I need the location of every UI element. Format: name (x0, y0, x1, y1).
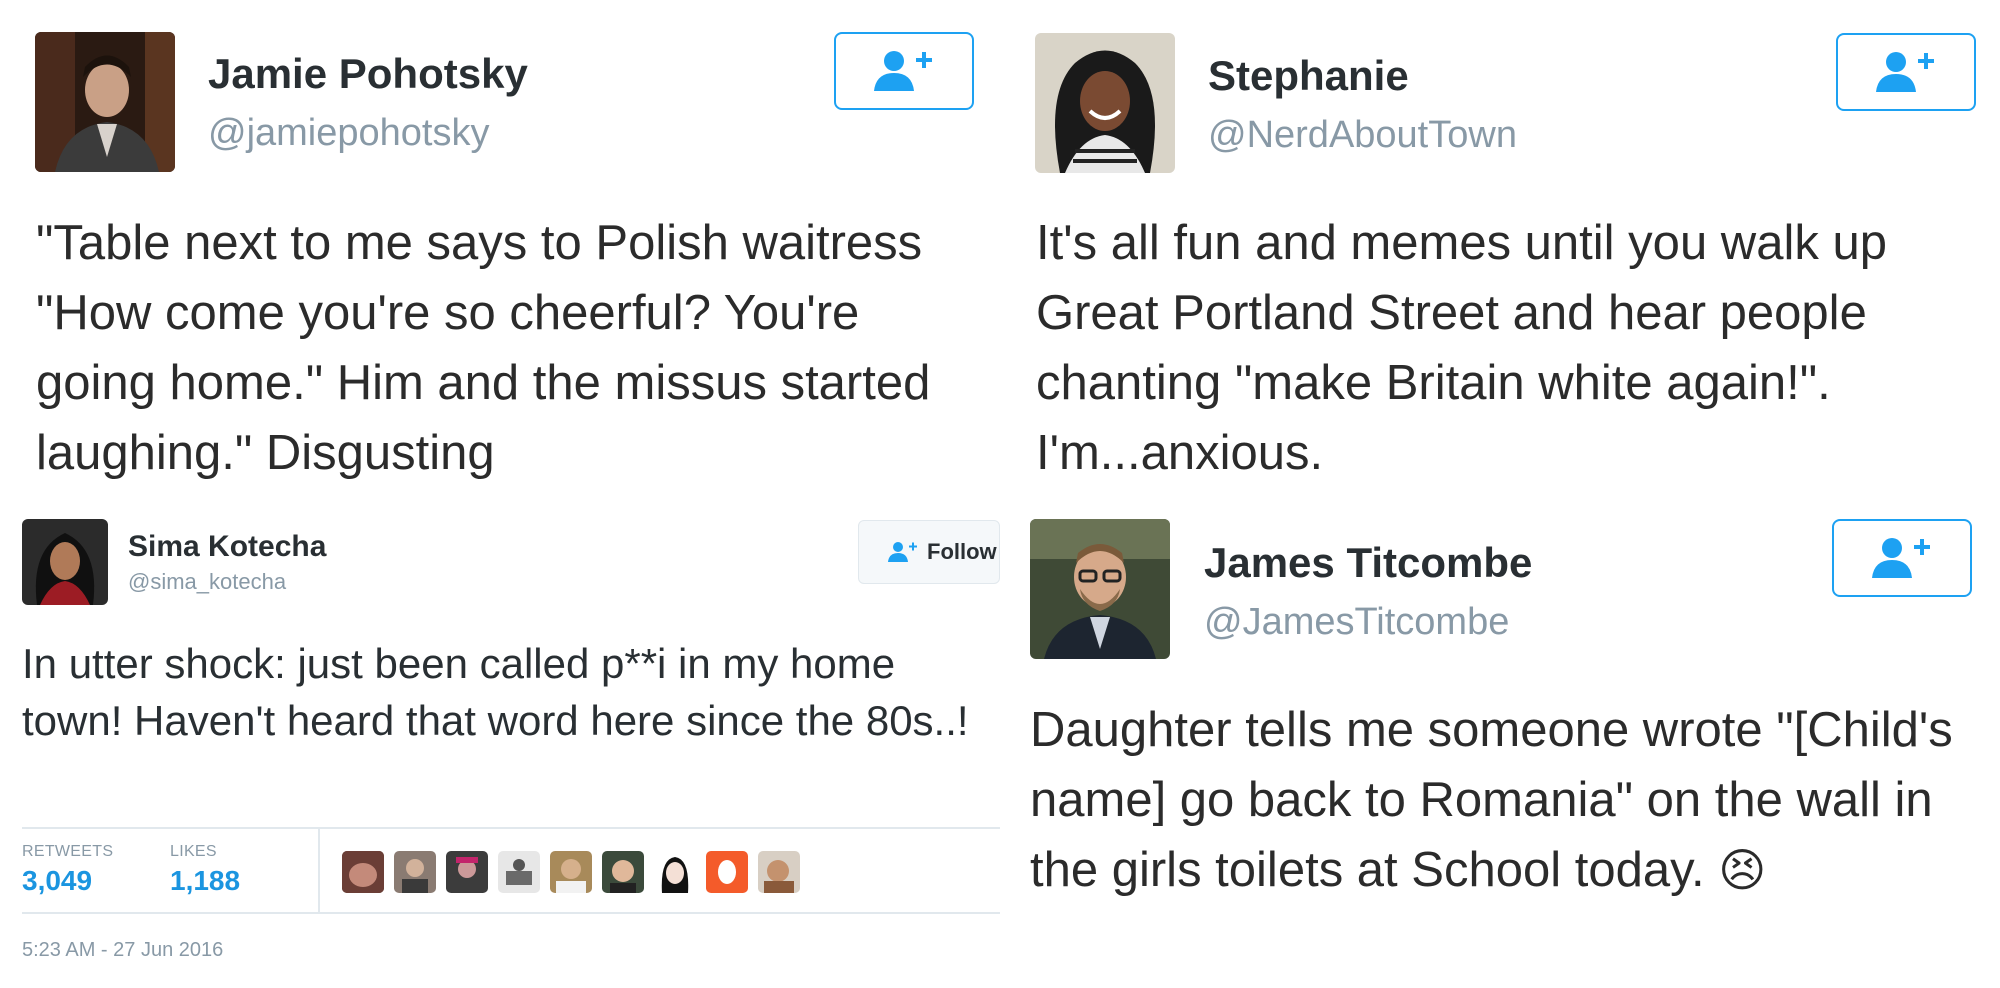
add-user-icon (874, 51, 932, 91)
liker-avatar[interactable] (654, 851, 696, 893)
user-handle[interactable]: @NerdAboutTown (1208, 114, 1517, 157)
liker-avatar[interactable] (550, 851, 592, 893)
user-avatar-icon (706, 851, 748, 893)
add-user-icon (1876, 52, 1934, 92)
stats-bottom-divider (22, 912, 1000, 914)
follow-button[interactable] (834, 32, 974, 110)
stats-vertical-divider (318, 829, 320, 913)
liker-avatar[interactable] (498, 851, 540, 893)
user-avatar-icon (394, 851, 436, 893)
user-avatar-icon (342, 851, 384, 893)
user-avatar-icon (446, 851, 488, 893)
follow-button[interactable] (1832, 519, 1972, 597)
persevering-face-emoji-icon: 😣 (1718, 844, 1767, 896)
user-handle[interactable]: @JamesTitcombe (1204, 601, 1509, 644)
user-avatar-icon (602, 851, 644, 893)
tweet-text: It's all fun and memes until you walk up… (1036, 216, 1887, 480)
user-handle[interactable]: @sima_kotecha (128, 569, 286, 595)
liker-avatar[interactable] (602, 851, 644, 893)
portrait-man-icon (35, 32, 175, 172)
user-avatar-icon (498, 851, 540, 893)
tweet-card-jamie: Jamie Pohotsky @jamiepohotsky "Table nex… (0, 0, 1000, 505)
tweet-text: In utter shock: just been called p**i in… (22, 640, 969, 744)
tweet-text-content: Daughter tells me someone wrote "[Child'… (1030, 703, 1953, 897)
display-name[interactable]: Sima Kotecha (128, 530, 326, 564)
follow-label: Follow (927, 539, 997, 564)
retweets-label[interactable]: RETWEETS (22, 843, 113, 861)
stats-top-divider (22, 827, 1000, 829)
user-avatar-icon (550, 851, 592, 893)
liker-avatar[interactable] (342, 851, 384, 893)
display-name[interactable]: Stephanie (1208, 52, 1409, 100)
add-user-icon (888, 542, 917, 562)
tweet-text: Daughter tells me someone wrote "[Child'… (1030, 695, 1990, 905)
avatar-james[interactable] (1030, 519, 1170, 659)
avatar-jamie[interactable] (35, 32, 175, 172)
avatar-sima[interactable] (22, 519, 108, 605)
portrait-man-icon (1030, 519, 1170, 659)
follow-button[interactable]: Follow (858, 520, 1000, 584)
tweet-card-stephanie: Stephanie @NerdAboutTown It's all fun an… (1000, 0, 2000, 505)
user-handle[interactable]: @jamiepohotsky (208, 112, 489, 155)
user-avatar-icon (758, 851, 800, 893)
retweets-count[interactable]: 3,049 (22, 865, 92, 897)
tweet-text: "Table next to me says to Polish waitres… (36, 216, 931, 480)
avatar-stephanie[interactable] (1035, 33, 1175, 173)
display-name[interactable]: Jamie Pohotsky (208, 50, 528, 98)
follow-button[interactable] (1836, 33, 1976, 111)
likes-count[interactable]: 1,188 (170, 865, 240, 897)
tweet-card-sima: Sima Kotecha @sima_kotecha Follow In utt… (0, 505, 1000, 988)
liker-avatar[interactable] (446, 851, 488, 893)
add-user-icon (1872, 538, 1930, 578)
liker-avatar[interactable] (394, 851, 436, 893)
likes-label[interactable]: LIKES (170, 843, 217, 861)
portrait-woman-icon (22, 519, 108, 605)
tweet-card-james: James Titcombe @JamesTitcombe Daughter t… (1000, 505, 2000, 988)
display-name[interactable]: James Titcombe (1204, 539, 1532, 587)
liker-avatar[interactable] (706, 851, 748, 893)
tweet-timestamp[interactable]: 5:23 AM - 27 Jun 2016 (22, 939, 223, 962)
portrait-woman-icon (1035, 33, 1175, 173)
user-avatar-icon (654, 851, 696, 893)
liker-avatar[interactable] (758, 851, 800, 893)
